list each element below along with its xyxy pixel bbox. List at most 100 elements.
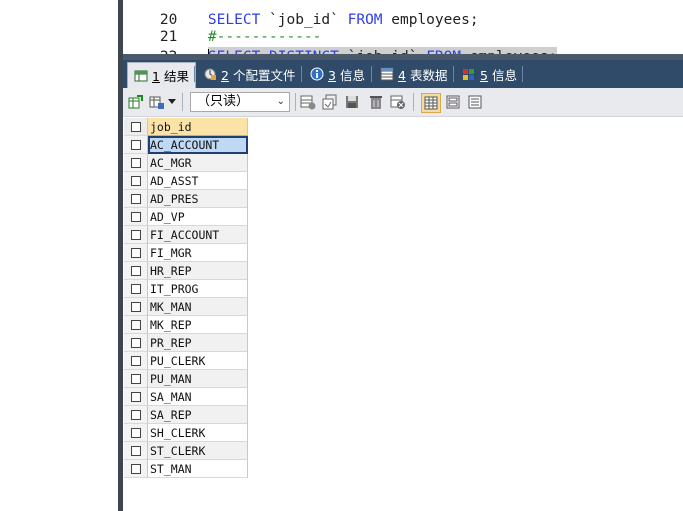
table-row[interactable]: AD_VP bbox=[124, 208, 248, 226]
row-select-cell[interactable] bbox=[124, 226, 148, 244]
row-checkbox[interactable] bbox=[130, 391, 141, 402]
row-select-cell[interactable] bbox=[124, 352, 148, 370]
select-all-cell[interactable] bbox=[124, 118, 148, 136]
table-row[interactable]: AD_ASST bbox=[124, 172, 248, 190]
table-row[interactable]: ST_MAN bbox=[124, 460, 248, 478]
export-icon[interactable] bbox=[127, 94, 143, 110]
row-checkbox[interactable] bbox=[130, 247, 141, 258]
job-id-cell[interactable]: ST_MAN bbox=[148, 460, 248, 478]
row-checkbox[interactable] bbox=[130, 355, 141, 366]
row-checkbox[interactable] bbox=[130, 175, 141, 186]
chevron-down-icon[interactable] bbox=[167, 94, 177, 110]
job-id-cell[interactable]: SH_CLERK bbox=[148, 424, 248, 442]
sql-editor[interactable]: 20 SELECT `job_id` FROM employees; 21 #---… bbox=[123, 0, 683, 54]
row-select-cell[interactable] bbox=[124, 334, 148, 352]
row-select-cell[interactable] bbox=[124, 442, 148, 460]
row-checkbox[interactable] bbox=[130, 139, 141, 150]
row-checkbox[interactable] bbox=[130, 337, 141, 348]
table-row[interactable]: PU_CLERK bbox=[124, 352, 248, 370]
row-checkbox[interactable] bbox=[130, 463, 141, 474]
save-icon[interactable] bbox=[344, 94, 360, 110]
row-checkbox[interactable] bbox=[130, 445, 141, 456]
tab-table-data[interactable]: 4 表数据 bbox=[374, 62, 453, 86]
row-checkbox[interactable] bbox=[130, 427, 141, 438]
job-id-cell[interactable]: AD_VP bbox=[148, 208, 248, 226]
job-id-cell[interactable]: PU_MAN bbox=[148, 370, 248, 388]
job-id-cell[interactable]: IT_PROG bbox=[148, 280, 248, 298]
job-id-cell[interactable]: MK_REP bbox=[148, 316, 248, 334]
tab-info-2[interactable]: 5 信息 bbox=[456, 62, 523, 86]
row-select-cell[interactable] bbox=[124, 298, 148, 316]
row-checkbox[interactable] bbox=[130, 283, 141, 294]
table-row[interactable]: MK_MAN bbox=[124, 298, 248, 316]
job-id-cell[interactable]: AD_ASST bbox=[148, 172, 248, 190]
job-id-cell[interactable]: AC_MGR bbox=[148, 154, 248, 172]
table-row[interactable]: PR_REP bbox=[124, 334, 248, 352]
table-row[interactable]: SA_MAN bbox=[124, 388, 248, 406]
row-select-cell[interactable] bbox=[124, 172, 148, 190]
row-checkbox[interactable] bbox=[130, 157, 141, 168]
table-row[interactable]: AC_MGR bbox=[124, 154, 248, 172]
row-checkbox[interactable] bbox=[130, 319, 141, 330]
row-select-cell[interactable] bbox=[124, 208, 148, 226]
table-row[interactable]: AD_PRES bbox=[124, 190, 248, 208]
copy-rows-icon[interactable] bbox=[149, 94, 165, 110]
row-select-cell[interactable] bbox=[124, 244, 148, 262]
job-id-cell[interactable]: FI_ACCOUNT bbox=[148, 226, 248, 244]
table-row[interactable]: ST_CLERK bbox=[124, 442, 248, 460]
job-id-cell[interactable]: ST_CLERK bbox=[148, 442, 248, 460]
table-row[interactable]: PU_MAN bbox=[124, 370, 248, 388]
row-select-cell[interactable] bbox=[124, 190, 148, 208]
selected-code-text[interactable]: SELECT DISTINCT `job_id` FROM employees; bbox=[207, 47, 558, 54]
row-select-cell[interactable] bbox=[124, 154, 148, 172]
job-id-cell[interactable]: SA_MAN bbox=[148, 388, 248, 406]
job-id-cell[interactable]: HR_REP bbox=[148, 262, 248, 280]
job-id-cell[interactable]: AD_PRES bbox=[148, 190, 248, 208]
job-id-cell[interactable]: SA_REP bbox=[148, 406, 248, 424]
row-select-cell[interactable] bbox=[124, 316, 148, 334]
row-select-cell[interactable] bbox=[124, 406, 148, 424]
row-checkbox[interactable] bbox=[130, 211, 141, 222]
job-id-cell[interactable]: PR_REP bbox=[148, 334, 248, 352]
row-checkbox[interactable] bbox=[130, 229, 141, 240]
row-select-cell[interactable] bbox=[124, 280, 148, 298]
table-row[interactable]: IT_PROG bbox=[124, 280, 248, 298]
tab-number: 2 bbox=[221, 67, 229, 83]
row-checkbox[interactable] bbox=[130, 301, 141, 312]
column-header-job-id[interactable]: job_id bbox=[148, 118, 248, 136]
row-select-cell[interactable] bbox=[124, 262, 148, 280]
row-select-cell[interactable] bbox=[124, 136, 148, 154]
tab-info[interactable]: 3 信息 bbox=[304, 62, 371, 86]
table-row[interactable]: HR_REP bbox=[124, 262, 248, 280]
tab-result[interactable]: 1 结果 bbox=[127, 62, 196, 88]
select-all-checkbox[interactable] bbox=[130, 121, 141, 132]
tab-profile[interactable]: 2 个配置文件 bbox=[197, 62, 301, 86]
job-id-cell[interactable]: MK_MAN bbox=[148, 298, 248, 316]
row-select-cell[interactable] bbox=[124, 424, 148, 442]
grid-view-icon[interactable] bbox=[421, 93, 441, 113]
table-row[interactable]: FI_MGR bbox=[124, 244, 248, 262]
table-row[interactable]: SA_REP bbox=[124, 406, 248, 424]
row-checkbox[interactable] bbox=[130, 265, 141, 276]
row-select-cell[interactable] bbox=[124, 388, 148, 406]
table-row[interactable]: AC_ACCOUNT bbox=[124, 136, 248, 154]
table-row[interactable]: SH_CLERK bbox=[124, 424, 248, 442]
row-select-cell[interactable] bbox=[124, 370, 148, 388]
table-row[interactable]: MK_REP bbox=[124, 316, 248, 334]
readonly-mode-select[interactable]: （只读） ⌄ bbox=[190, 92, 290, 112]
row-checkbox[interactable] bbox=[130, 193, 141, 204]
text-view-icon[interactable] bbox=[467, 94, 483, 110]
row-checkbox[interactable] bbox=[130, 409, 141, 420]
form-view-icon[interactable] bbox=[445, 94, 461, 110]
job-id-cell[interactable]: PU_CLERK bbox=[148, 352, 248, 370]
job-id-cell[interactable]: FI_MGR bbox=[148, 244, 248, 262]
tab-number: 5 bbox=[480, 67, 488, 83]
insert-row-icon[interactable] bbox=[300, 94, 316, 110]
row-checkbox[interactable] bbox=[130, 373, 141, 384]
cancel-icon[interactable] bbox=[390, 94, 406, 110]
job-id-cell[interactable]: AC_ACCOUNT bbox=[148, 136, 248, 154]
table-row[interactable]: FI_ACCOUNT bbox=[124, 226, 248, 244]
duplicate-row-icon[interactable] bbox=[322, 94, 338, 110]
delete-icon[interactable] bbox=[368, 94, 384, 110]
row-select-cell[interactable] bbox=[124, 460, 148, 478]
